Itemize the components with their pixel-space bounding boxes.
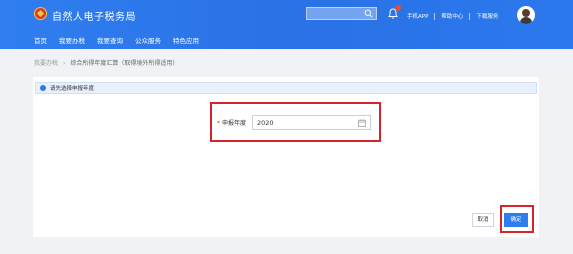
mobile-app-link[interactable]: 手机APP xyxy=(407,12,428,20)
avatar[interactable] xyxy=(517,6,535,24)
notification-badge xyxy=(395,5,401,11)
nav-item-featured-apps[interactable]: 特色应用 xyxy=(173,35,199,45)
breadcrumb: 我要办税 › 综合所得年度汇算（取得境外所得适用） xyxy=(34,58,178,67)
divider xyxy=(469,12,471,20)
info-icon xyxy=(40,85,46,91)
tax-year-picker[interactable]: 2020 xyxy=(252,115,371,130)
nav-item-file-tax[interactable]: 我要办税 xyxy=(59,35,85,45)
top-bar: 自然人电子税务局 手机APP 帮助中心 下载服务 xyxy=(0,0,573,31)
download-link[interactable]: 下载服务 xyxy=(476,12,498,20)
breadcrumb-current: 综合所得年度汇算（取得境外所得适用） xyxy=(70,60,179,67)
notice-bar: 请先选择申报年度 xyxy=(35,82,537,94)
divider xyxy=(434,12,436,20)
top-links: 手机APP 帮助中心 下载服务 xyxy=(407,11,498,21)
tax-year-value: 2020 xyxy=(257,119,274,127)
required-mark: * xyxy=(217,120,220,127)
year-field-label: * 申报年度 xyxy=(217,118,246,127)
avatar-face xyxy=(522,9,530,17)
confirm-button[interactable]: 确定 xyxy=(504,213,528,227)
calendar-icon[interactable] xyxy=(358,119,366,127)
main-card: 请先选择申报年度 xyxy=(33,77,539,237)
breadcrumb-separator-icon: › xyxy=(63,60,66,67)
year-label-text: 申报年度 xyxy=(222,120,247,127)
header: 自然人电子税务局 手机APP 帮助中心 下载服务 首页 我要办税 我要查询 公众… xyxy=(0,0,573,49)
avatar-body xyxy=(520,17,532,24)
notice-text: 请先选择申报年度 xyxy=(50,86,95,92)
search-icon[interactable] xyxy=(364,9,373,18)
tax-emblem-logo xyxy=(34,7,47,20)
search-input[interactable] xyxy=(306,7,377,20)
breadcrumb-parent[interactable]: 我要办税 xyxy=(34,60,58,67)
cancel-button[interactable]: 取消 xyxy=(472,213,494,227)
nav-item-query[interactable]: 我要查询 xyxy=(97,35,123,45)
nav-item-public-service[interactable]: 公众服务 xyxy=(135,35,161,45)
help-center-link[interactable]: 帮助中心 xyxy=(441,12,463,20)
nav-item-home[interactable]: 首页 xyxy=(34,35,47,45)
site-title: 自然人电子税务局 xyxy=(52,12,136,23)
main-nav: 首页 我要办税 我要查询 公众服务 特色应用 xyxy=(34,35,211,45)
